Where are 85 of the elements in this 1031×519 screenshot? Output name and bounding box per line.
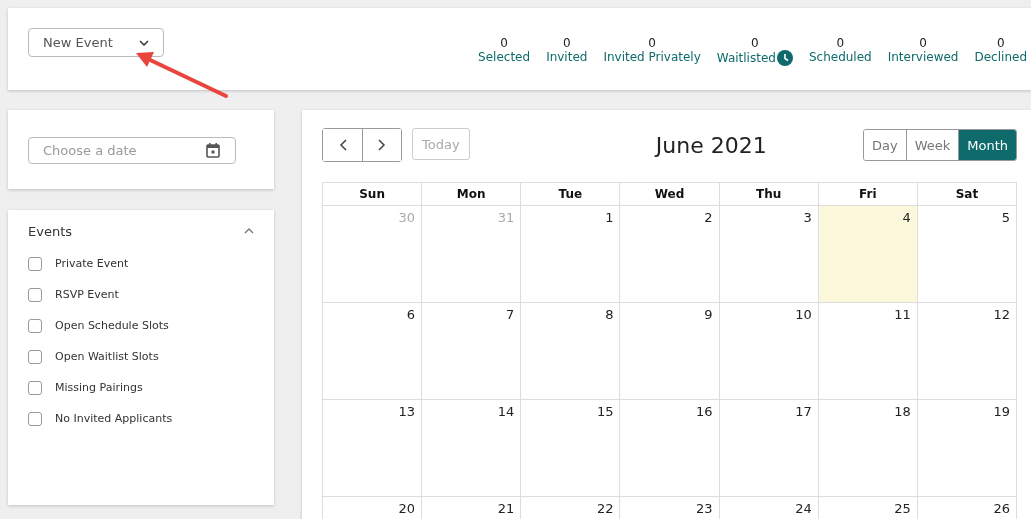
- stat-count: 0: [996, 36, 1005, 50]
- day-number: 22: [596, 501, 614, 516]
- filter-label: RSVP Event: [55, 288, 119, 301]
- day-cell[interactable]: 7: [422, 303, 522, 400]
- stat-link[interactable]: Interviewed: [887, 50, 959, 64]
- day-cell[interactable]: 6: [323, 303, 423, 400]
- day-cell[interactable]: 18: [818, 400, 918, 497]
- day-number: 14: [497, 404, 515, 419]
- day-cell[interactable]: 11: [818, 303, 918, 400]
- day-number: 10: [795, 307, 812, 322]
- day-number: 9: [704, 307, 713, 322]
- day-number: 13: [398, 404, 416, 419]
- filter-label: Open Waitlist Slots: [55, 350, 159, 363]
- day-cell[interactable]: 5: [917, 206, 1017, 303]
- day-number: 6: [406, 307, 416, 322]
- stat-link[interactable]: Declined: [974, 50, 1027, 64]
- stat-count: 0: [500, 36, 508, 50]
- day-cell[interactable]: 1: [521, 206, 621, 303]
- stat-link[interactable]: Invited Privately: [603, 50, 701, 64]
- new-event-dropdown[interactable]: New Event: [28, 28, 164, 57]
- day-number: 1: [605, 210, 614, 225]
- day-cell[interactable]: 8: [521, 303, 621, 400]
- day-number: 2: [704, 210, 713, 225]
- day-cell[interactable]: 9: [620, 303, 720, 400]
- stat-count: 0: [648, 36, 656, 50]
- chevron-right-icon: [378, 139, 386, 151]
- checkbox[interactable]: [28, 411, 42, 426]
- day-cell[interactable]: 3: [719, 206, 819, 303]
- day-number: 26: [993, 501, 1010, 516]
- day-number: 12: [993, 307, 1010, 322]
- day-number: 15: [596, 404, 614, 419]
- day-number: 20: [398, 501, 416, 516]
- day-number: 25: [894, 501, 911, 516]
- checkbox[interactable]: [28, 380, 42, 395]
- day-number: 11: [894, 307, 911, 322]
- day-number: 18: [894, 404, 911, 419]
- day-number: 21: [497, 501, 515, 516]
- filter-label: Open Schedule Slots: [55, 319, 169, 332]
- checkbox[interactable]: [28, 256, 42, 271]
- day-number: 24: [795, 501, 812, 516]
- filter-label: Private Event: [55, 257, 129, 270]
- day-number: 7: [506, 307, 515, 322]
- calendar-icon: [206, 143, 220, 158]
- checkbox[interactable]: [28, 318, 42, 333]
- day-cell[interactable]: 15: [521, 400, 621, 497]
- day-number: 16: [696, 404, 713, 419]
- month-title: June 2021: [655, 132, 767, 158]
- day-number: 31: [497, 210, 515, 225]
- stat-link[interactable]: Waitlisted: [716, 50, 793, 66]
- day-number: 17: [795, 404, 812, 419]
- day-cell[interactable]: 14: [422, 400, 522, 497]
- checkbox[interactable]: [28, 287, 42, 302]
- day-number: 8: [605, 307, 614, 322]
- day-cell[interactable]: 13: [323, 400, 423, 497]
- chevron-up-icon[interactable]: [244, 228, 254, 234]
- date-input-field[interactable]: Choose a date: [28, 137, 236, 164]
- stat-link[interactable]: Scheduled: [808, 50, 872, 64]
- chevron-left-icon: [338, 139, 347, 151]
- stat-count: 0: [836, 36, 845, 50]
- day-cell[interactable]: 19: [917, 400, 1017, 497]
- day-number: 19: [993, 404, 1010, 419]
- day-number: 4: [902, 210, 911, 225]
- stat-link[interactable]: Invited: [546, 50, 588, 64]
- day-number: 23: [696, 501, 713, 516]
- stat-count: 0: [751, 36, 759, 50]
- day-number: 3: [803, 210, 812, 225]
- filter-label: Missing Pairings: [55, 381, 143, 394]
- day-cell[interactable]: 2: [620, 206, 720, 303]
- stat-count: 0: [919, 36, 927, 50]
- filter-label: No Invited Applicants: [55, 412, 173, 425]
- day-cell[interactable]: 17: [719, 400, 819, 497]
- chevron-down-icon: [139, 39, 149, 46]
- day-cell[interactable]: 16: [620, 400, 720, 497]
- day-cell[interactable]: 12: [917, 303, 1017, 400]
- view-tab[interactable]: Month: [958, 130, 1016, 160]
- day-cell[interactable]: 4: [818, 206, 918, 303]
- day-cell[interactable]: 10: [719, 303, 819, 400]
- stat-link[interactable]: Selected: [478, 50, 531, 64]
- checkbox[interactable]: [28, 349, 42, 364]
- day-number: 5: [1001, 210, 1010, 225]
- day-number: 30: [398, 210, 416, 225]
- stat-count: 0: [562, 36, 571, 50]
- clock-icon: [776, 50, 793, 66]
- events-heading: Events: [28, 223, 72, 239]
- next-button[interactable]: [362, 129, 401, 161]
